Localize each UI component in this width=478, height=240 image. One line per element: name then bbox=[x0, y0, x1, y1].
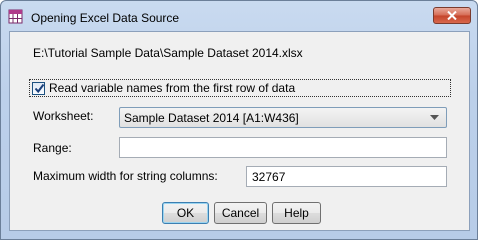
dialog-body: E:\Tutorial Sample Data\Sample Dataset 2… bbox=[9, 31, 470, 231]
read-variable-names-checkbox[interactable] bbox=[32, 82, 45, 95]
range-label: Range: bbox=[33, 141, 72, 155]
checkmark-icon bbox=[34, 83, 45, 94]
worksheet-selected-value: Sample Dataset 2014 [A1:W436] bbox=[124, 111, 299, 125]
read-variable-names-label: Read variable names from the first row o… bbox=[49, 81, 296, 95]
worksheet-label: Worksheet: bbox=[33, 109, 94, 123]
range-input[interactable] bbox=[119, 137, 447, 158]
ok-button[interactable]: OK bbox=[162, 202, 209, 224]
close-button[interactable] bbox=[433, 7, 471, 24]
chevron-down-icon bbox=[430, 115, 439, 120]
cancel-button[interactable]: Cancel bbox=[214, 202, 267, 224]
worksheet-dropdown[interactable]: Sample Dataset 2014 [A1:W436] bbox=[119, 107, 447, 128]
max-width-input[interactable]: 32767 bbox=[246, 166, 447, 187]
max-width-value: 32767 bbox=[252, 170, 286, 184]
spss-data-icon bbox=[8, 9, 24, 25]
close-icon bbox=[447, 11, 457, 20]
file-path: E:\Tutorial Sample Data\Sample Dataset 2… bbox=[33, 46, 303, 60]
window-title: Opening Excel Data Source bbox=[31, 11, 180, 25]
max-width-label: Maximum width for string columns: bbox=[33, 169, 218, 183]
help-button[interactable]: Help bbox=[272, 202, 321, 224]
title-bar[interactable]: Opening Excel Data Source bbox=[1, 1, 477, 31]
read-variable-names-option[interactable]: Read variable names from the first row o… bbox=[29, 79, 451, 97]
dialog-window: Opening Excel Data Source E:\Tutorial Sa… bbox=[0, 0, 478, 240]
